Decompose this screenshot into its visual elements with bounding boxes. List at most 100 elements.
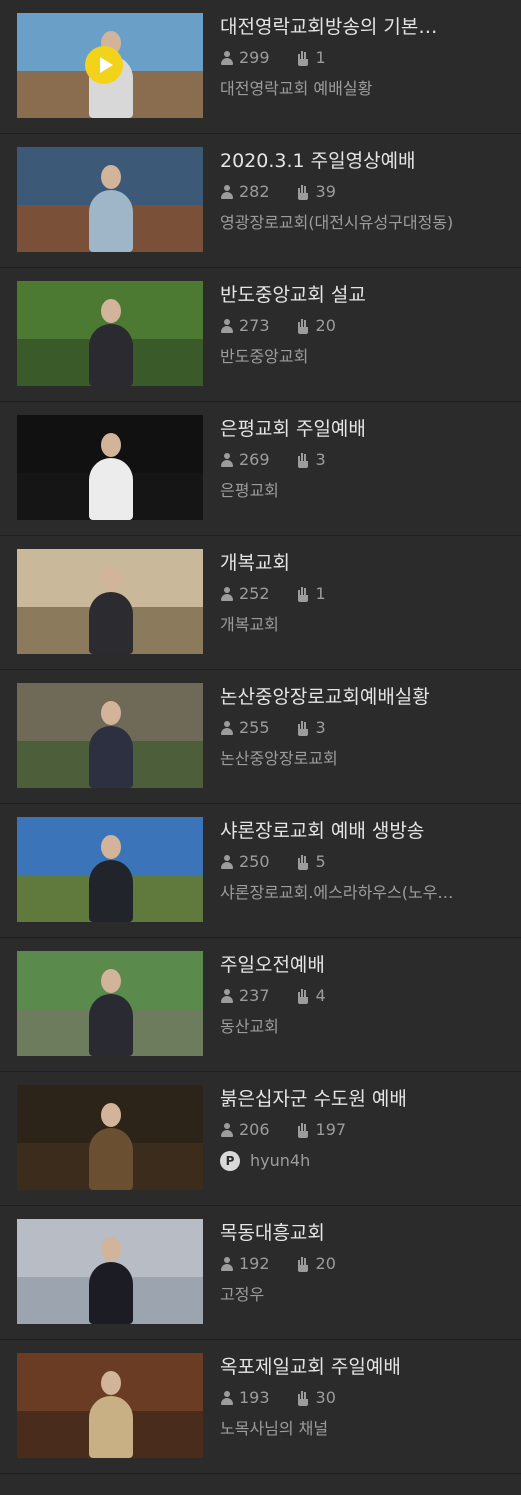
like-count: 4 [296, 986, 326, 1006]
hand-icon [296, 854, 310, 870]
video-title[interactable]: 개복교회 [220, 550, 501, 576]
thumbnail-speaker [89, 726, 133, 788]
video-thumbnail[interactable] [17, 1085, 203, 1190]
video-item[interactable]: 은평교회 주일예배 269 3 은평교회 [0, 402, 521, 536]
video-thumbnail[interactable] [17, 281, 203, 386]
video-thumbnail[interactable] [17, 817, 203, 922]
video-item[interactable]: 옥포제일교회 주일예배 193 30 노목사님의 채널 [0, 1340, 521, 1474]
viewer-count: 299 [220, 48, 270, 68]
thumbnail-speaker-head [101, 969, 121, 993]
video-info: 붉은십자군 수도원 예배 206 197 P hyun4h [220, 1086, 501, 1172]
thumbnail-speaker [89, 324, 133, 386]
video-item[interactable]: 붉은십자군 수도원 예배 206 197 P hyun4h [0, 1072, 521, 1206]
video-thumbnail[interactable] [17, 683, 203, 788]
video-title[interactable]: 은평교회 주일예배 [220, 416, 501, 442]
like-count: 3 [296, 450, 326, 470]
like-count-value: 20 [315, 316, 336, 335]
channel-name[interactable]: 은평교회 [220, 480, 501, 502]
video-title[interactable]: 논산중앙장로교회예배실황 [220, 684, 501, 710]
video-info: 대전영락교회방송의 기본… 299 1 대전영락교회 예배실황 [220, 14, 501, 100]
viewer-count-value: 250 [239, 852, 270, 871]
viewer-count-value: 282 [239, 182, 270, 201]
viewer-count: 282 [220, 182, 270, 202]
video-item[interactable]: 목동대흥교회 192 20 고정우 [0, 1206, 521, 1340]
channel-name-text: 노목사님의 채널 [220, 1419, 329, 1438]
video-info: 주일오전예배 237 4 동산교회 [220, 952, 501, 1038]
viewer-count-value: 192 [239, 1254, 270, 1273]
video-info: 논산중앙장로교회예배실황 255 3 논산중앙장로교회 [220, 684, 501, 770]
video-title[interactable]: 붉은십자군 수도원 예배 [220, 1086, 501, 1112]
hand-icon [296, 586, 310, 602]
channel-name-text: 은평교회 [220, 481, 279, 500]
channel-name[interactable]: 샤론장로교회.에스라하우스(노우… [220, 882, 501, 904]
like-count: 20 [296, 316, 336, 336]
person-icon [220, 1391, 234, 1405]
channel-name-text: 대전영락교회 예배실황 [220, 79, 373, 98]
viewer-count-value: 252 [239, 584, 270, 603]
video-stats: 269 3 [220, 450, 501, 470]
play-icon[interactable] [85, 46, 123, 84]
person-icon [220, 587, 234, 601]
channel-name-text: 영광장로교회(대전시유성구대정동) [220, 213, 454, 232]
person-icon [220, 1123, 234, 1137]
video-item[interactable]: 반도중앙교회 설교 273 20 반도중앙교회 [0, 268, 521, 402]
thumbnail-speaker-head [101, 433, 121, 457]
channel-name[interactable]: 논산중앙장로교회 [220, 748, 501, 770]
video-thumbnail[interactable] [17, 147, 203, 252]
video-item[interactable]: 2020.3.1 주일영상예배 282 39 영광장로교회(대전시유성구대정동) [0, 134, 521, 268]
video-item[interactable]: 주일오전예배 237 4 동산교회 [0, 938, 521, 1072]
video-stats: 237 4 [220, 986, 501, 1006]
video-stats: 255 3 [220, 718, 501, 738]
like-count-value: 3 [315, 450, 326, 469]
channel-name[interactable]: 동산교회 [220, 1016, 501, 1038]
thumbnail-speaker-head [101, 835, 121, 859]
video-stats: 299 1 [220, 48, 501, 68]
video-info: 은평교회 주일예배 269 3 은평교회 [220, 416, 501, 502]
hand-icon [296, 318, 310, 334]
video-item[interactable]: 샤론장로교회 예배 생방송 250 5 샤론장로교회.에스라하우스(노우… [0, 804, 521, 938]
thumbnail-speaker [89, 190, 133, 252]
channel-name[interactable]: 고정우 [220, 1284, 501, 1306]
channel-name[interactable]: 개복교회 [220, 614, 501, 636]
viewer-count-value: 206 [239, 1120, 270, 1139]
viewer-count: 269 [220, 450, 270, 470]
viewer-count-value: 255 [239, 718, 270, 737]
video-title[interactable]: 대전영락교회방송의 기본… [220, 14, 501, 40]
person-icon [220, 989, 234, 1003]
video-item[interactable]: 대전영락교회방송의 기본… 299 1 대전영락교회 예배실황 [0, 0, 521, 134]
viewer-count: 192 [220, 1254, 270, 1274]
video-title[interactable]: 목동대흥교회 [220, 1220, 501, 1246]
channel-name[interactable]: 영광장로교회(대전시유성구대정동) [220, 212, 501, 234]
video-thumbnail[interactable] [17, 1353, 203, 1458]
person-icon [220, 185, 234, 199]
video-thumbnail[interactable] [17, 13, 203, 118]
viewer-count-value: 193 [239, 1388, 270, 1407]
channel-name[interactable]: 반도중앙교회 [220, 346, 501, 368]
video-item[interactable]: 논산중앙장로교회예배실황 255 3 논산중앙장로교회 [0, 670, 521, 804]
thumbnail-speaker-head [101, 299, 121, 323]
person-icon [220, 319, 234, 333]
channel-name-text: 개복교회 [220, 615, 279, 634]
channel-name[interactable]: 대전영락교회 예배실황 [220, 78, 501, 100]
video-stats: 250 5 [220, 852, 501, 872]
viewer-count-value: 299 [239, 48, 270, 67]
thumbnail-speaker [89, 458, 133, 520]
viewer-count: 252 [220, 584, 270, 604]
video-title[interactable]: 주일오전예배 [220, 952, 501, 978]
video-title[interactable]: 옥포제일교회 주일예배 [220, 1354, 501, 1380]
channel-name[interactable]: 노목사님의 채널 [220, 1418, 501, 1440]
video-title[interactable]: 샤론장로교회 예배 생방송 [220, 818, 501, 844]
video-thumbnail[interactable] [17, 951, 203, 1056]
video-title[interactable]: 반도중앙교회 설교 [220, 282, 501, 308]
video-title[interactable]: 2020.3.1 주일영상예배 [220, 148, 501, 174]
hand-icon [296, 988, 310, 1004]
thumbnail-speaker-head [101, 701, 121, 725]
like-count: 197 [296, 1120, 346, 1140]
video-thumbnail[interactable] [17, 415, 203, 520]
video-item[interactable]: 개복교회 252 1 개복교회 [0, 536, 521, 670]
channel-name[interactable]: P hyun4h [220, 1150, 501, 1172]
viewer-count-value: 269 [239, 450, 270, 469]
thumbnail-speaker-head [101, 165, 121, 189]
video-thumbnail[interactable] [17, 549, 203, 654]
video-thumbnail[interactable] [17, 1219, 203, 1324]
